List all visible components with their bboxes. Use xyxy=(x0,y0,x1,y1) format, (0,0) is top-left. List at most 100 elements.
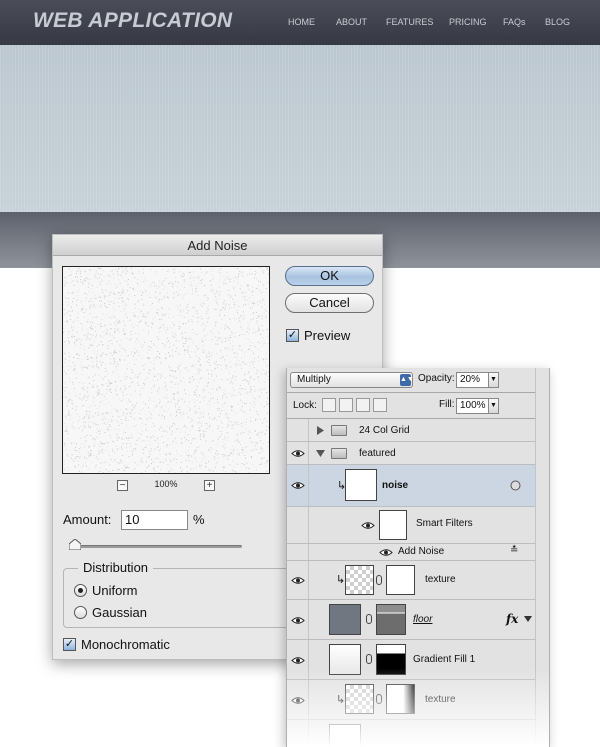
collapse-triangle-icon[interactable] xyxy=(316,450,325,457)
layers-panel: Multiply ▲▼ Opacity: 20% ▼ Lock: Fill: 1… xyxy=(286,368,550,747)
monochromatic-checkbox[interactable]: ✓ xyxy=(63,638,76,651)
layer-name: texture xyxy=(425,694,456,705)
gradient-mask-thumbnail xyxy=(376,644,406,675)
layer-name: Gradient Fill 1 xyxy=(413,654,476,665)
blank-cell xyxy=(287,507,309,543)
zoom-controls: − 100% + xyxy=(62,479,270,493)
ok-button[interactable]: OK xyxy=(285,266,374,286)
eye-icon[interactable] xyxy=(361,521,375,530)
expand-triangle-icon[interactable] xyxy=(317,426,324,435)
floor-layer-thumbnail xyxy=(329,604,361,635)
fx-icon[interactable]: fx xyxy=(506,612,518,626)
folder-icon xyxy=(331,425,347,436)
layers-scrollbar[interactable] xyxy=(535,368,549,747)
link-icon[interactable] xyxy=(376,694,382,704)
folder-icon xyxy=(331,448,347,459)
layer-row-texture[interactable]: ↳ texture xyxy=(287,561,549,600)
link-icon[interactable] xyxy=(366,654,372,664)
visibility-toggle[interactable] xyxy=(287,720,309,747)
zoom-in-button[interactable]: + xyxy=(204,480,215,491)
blending-options-icon[interactable]: ≛ xyxy=(510,545,518,556)
clip-arrow-icon: ↳ xyxy=(336,694,346,706)
layer-row-gradient-fill[interactable]: Gradient Fill 1 xyxy=(287,640,549,680)
texture2-layer-thumbnail xyxy=(345,684,374,714)
amount-slider-thumb[interactable] xyxy=(69,539,82,550)
preview-label: Preview xyxy=(304,328,351,343)
lock-transparency-icon[interactable] xyxy=(322,398,336,412)
distribution-group: Distribution Uniform Gaussian xyxy=(63,560,303,628)
layer-name: noise xyxy=(382,480,409,491)
floor-mask-thumbnail xyxy=(376,604,406,635)
nav-faqs[interactable]: FAQs xyxy=(503,17,526,27)
layer-row-texture-2[interactable]: ↳ texture xyxy=(287,680,549,720)
noise-layer-thumbnail xyxy=(345,469,377,501)
fill-dropdown-icon[interactable]: ▼ xyxy=(488,398,499,414)
layer-name: featured xyxy=(359,448,396,459)
visibility-toggle-off[interactable] xyxy=(287,419,309,441)
site-header: WEB APPLICATION HOME ABOUT FEATURES PRIC… xyxy=(0,0,600,45)
opacity-dropdown-icon[interactable]: ▼ xyxy=(488,372,499,388)
filter-row-add-noise[interactable]: Add Noise ≛ xyxy=(287,544,549,561)
blend-mode-select[interactable]: Multiply ▲▼ xyxy=(290,372,414,388)
clip-arrow-icon: ↳ xyxy=(336,574,346,586)
preview-checkbox[interactable]: ✓ xyxy=(286,329,299,342)
dialog-titlebar[interactable]: Add Noise xyxy=(53,235,382,256)
nav-blog[interactable]: BLOG xyxy=(545,17,570,27)
gradient-layer-thumbnail xyxy=(329,644,361,675)
gaussian-radio[interactable] xyxy=(74,606,87,619)
blank-cell xyxy=(287,544,309,560)
link-icon[interactable] xyxy=(376,575,382,585)
nav-pricing[interactable]: PRICING xyxy=(449,17,487,27)
dialog-title: Add Noise xyxy=(187,238,248,253)
nav-features[interactable]: FEATURES xyxy=(386,17,433,27)
nav-home[interactable]: HOME xyxy=(288,17,315,27)
visibility-toggle[interactable] xyxy=(287,640,309,679)
hero-texture xyxy=(0,45,600,212)
eye-icon xyxy=(291,697,305,704)
amount-input[interactable]: 10 xyxy=(121,510,188,530)
visibility-toggle[interactable] xyxy=(287,465,309,506)
layer-row-noise[interactable]: ↳ noise xyxy=(287,465,549,507)
nav-about[interactable]: ABOUT xyxy=(336,17,367,27)
noise-preview[interactable] xyxy=(62,266,270,474)
lock-move-icon[interactable] xyxy=(356,398,370,412)
monochromatic-label: Monochromatic xyxy=(81,637,170,652)
opacity-label: Opacity: xyxy=(418,373,455,384)
texture-mask-thumbnail xyxy=(386,565,415,595)
cancel-button[interactable]: Cancel xyxy=(285,293,374,313)
blend-mode-arrow-icon: ▲▼ xyxy=(400,374,414,386)
layer-row-partial[interactable] xyxy=(287,720,549,747)
eye-icon xyxy=(291,577,305,584)
smart-filter-mask-thumbnail xyxy=(379,510,407,540)
amount-slider[interactable] xyxy=(71,545,242,548)
visibility-toggle[interactable] xyxy=(287,680,309,719)
eye-icon[interactable] xyxy=(379,548,393,557)
amount-label: Amount: xyxy=(63,512,112,527)
texture2-mask-thumbnail xyxy=(386,684,415,714)
lock-all-icon[interactable] xyxy=(373,398,387,412)
layer-name: Add Noise xyxy=(398,546,445,557)
layer-name: 24 Col Grid xyxy=(359,425,410,436)
texture-layer-thumbnail xyxy=(345,565,374,595)
site-nav: HOME ABOUT FEATURES PRICING FAQs BLOG xyxy=(0,17,600,31)
blend-mode-value: Multiply xyxy=(297,374,331,385)
lock-paint-icon[interactable] xyxy=(339,398,353,412)
fill-label: Fill: xyxy=(439,399,455,410)
link-icon[interactable] xyxy=(366,614,372,624)
layer-row-24-col-grid[interactable]: 24 Col Grid xyxy=(287,419,549,442)
fx-expand-icon[interactable] xyxy=(524,616,532,622)
panel-divider xyxy=(287,392,549,393)
layer-name: floor xyxy=(413,614,433,625)
layer-row-featured[interactable]: featured xyxy=(287,442,549,465)
visibility-toggle[interactable] xyxy=(287,600,309,639)
distribution-legend: Distribution xyxy=(78,560,154,575)
eye-icon xyxy=(291,657,305,664)
visibility-toggle[interactable] xyxy=(287,561,309,599)
layer-row-smart-filters[interactable]: Smart Filters xyxy=(287,507,549,544)
visibility-toggle[interactable] xyxy=(287,442,309,464)
hero-banner xyxy=(0,45,600,212)
smart-object-icon xyxy=(510,480,521,491)
amount-unit: % xyxy=(193,512,205,527)
uniform-radio[interactable] xyxy=(74,584,87,597)
layer-row-floor[interactable]: floor fx xyxy=(287,600,549,640)
